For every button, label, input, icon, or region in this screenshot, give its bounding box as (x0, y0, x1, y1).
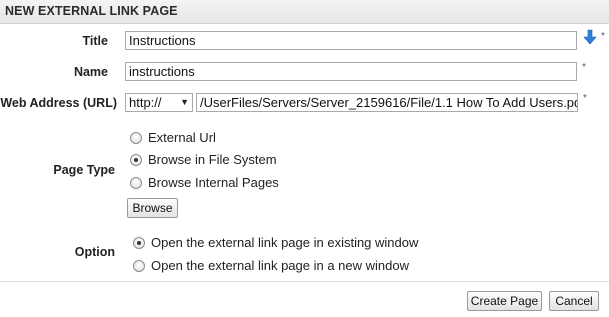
name-input[interactable]: instructions (125, 62, 577, 81)
page-type-option-file-system[interactable]: Browse in File System (130, 152, 277, 167)
title-input[interactable]: Instructions (125, 31, 577, 50)
name-required-mark: * (582, 62, 586, 73)
radio-icon[interactable] (130, 131, 142, 144)
page-type-option-external-url[interactable]: External Url (130, 130, 216, 145)
chevron-down-icon: ▼ (180, 97, 189, 107)
protocol-select-value: http:// (129, 95, 162, 110)
radio-checked-icon[interactable] (130, 153, 142, 166)
radio-icon[interactable] (130, 176, 142, 189)
page-type-option-internal-pages[interactable]: Browse Internal Pages (130, 175, 279, 190)
page-type-option-label: Browse Internal Pages (148, 175, 279, 190)
dialog-header: NEW EXTERNAL LINK PAGE (0, 0, 609, 24)
page-type-label: Page Type (53, 163, 115, 177)
page-type-option-label: Browse in File System (148, 152, 277, 167)
create-page-button[interactable]: Create Page (467, 291, 542, 311)
title-required-mark: * (601, 31, 605, 42)
dialog-title: NEW EXTERNAL LINK PAGE (5, 4, 178, 18)
browse-button[interactable]: Browse (127, 198, 178, 218)
radio-icon[interactable] (133, 259, 145, 272)
protocol-select[interactable]: http:// ▼ (125, 93, 193, 112)
option-new-window[interactable]: Open the external link page in a new win… (133, 258, 409, 273)
option-label: Option (74, 245, 115, 259)
url-input[interactable]: /UserFiles/Servers/Server_2159616/File/1… (196, 93, 578, 112)
web-address-label: Web Address (URL) (0, 96, 117, 110)
name-label: Name (73, 65, 108, 79)
url-required-mark: * (583, 93, 587, 104)
footer-divider (0, 281, 609, 282)
option-new-window-label: Open the external link page in a new win… (151, 258, 409, 273)
page-type-option-label: External Url (148, 130, 216, 145)
radio-checked-icon[interactable] (133, 236, 145, 249)
title-label: Title (82, 34, 108, 48)
option-existing-window-label: Open the external link page in existing … (151, 235, 419, 250)
arrow-down-icon[interactable] (582, 29, 598, 45)
cancel-button[interactable]: Cancel (549, 291, 599, 311)
option-existing-window[interactable]: Open the external link page in existing … (133, 235, 418, 250)
